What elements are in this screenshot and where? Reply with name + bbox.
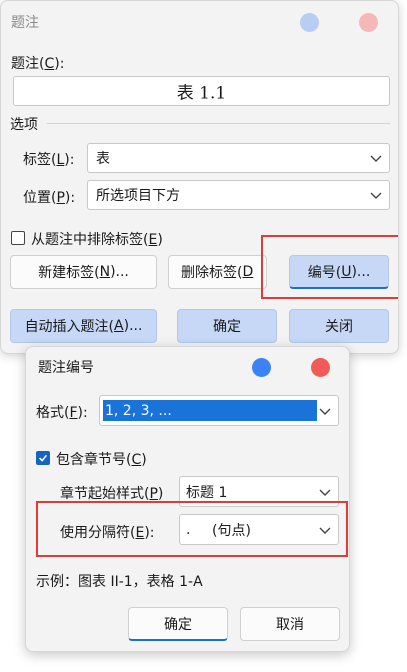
caption-label: 题注(C): [11,56,65,72]
chevron-down-icon [319,408,331,415]
caption-input-value: 表 1.1 [176,83,227,104]
exclude-label-checkbox[interactable] [11,231,25,245]
position-field-label: 位置(P): [23,190,76,206]
cancel-button[interactable]: 取消 [240,607,340,641]
close-dot-icon[interactable] [311,358,330,377]
chapter-style-label: 章节起始样式(P) [60,486,164,502]
options-divider [47,123,390,124]
include-chapter-label: 包含章节号(C) [56,452,147,468]
caption-dialog: 题注 题注(C): 表 1.1 选项 标签(L): 表 位置(P): 所选项目下… [0,0,399,354]
format-select-value: 1, 2, 3, ... [105,402,172,419]
caption-numbering-dialog: 题注编号 格式(F): 1, 2, 3, ... 包含章节号(C) 章节起始样式… [25,346,350,652]
autocaption-button[interactable]: 自动插入题注(A)... [10,309,157,343]
label-select[interactable]: 表 [87,143,390,173]
chevron-down-icon [319,489,331,496]
close-button[interactable]: 关闭 [289,309,389,343]
minimize-dot-icon[interactable] [300,13,319,32]
exclude-label-text: 从题注中排除标签(E) [31,232,163,248]
close-dot-icon[interactable] [359,13,378,32]
dialog-title: 题注编号 [38,360,94,376]
new-label-button[interactable]: 新建标签(N)... [10,255,157,289]
caption-input[interactable]: 表 1.1 [13,76,390,106]
example-text: 示例：图表 II-1，表格 1-A [36,574,203,590]
options-group-label: 选项 [10,117,38,133]
ok-button[interactable]: 确定 [128,607,228,641]
label-select-value: 表 [96,151,110,167]
position-select[interactable]: 所选项目下方 [87,180,390,210]
highlight-box [36,501,348,557]
label-field-label: 标签(L): [23,152,75,168]
format-select[interactable]: 1, 2, 3, ... [99,395,339,426]
ok-button[interactable]: 确定 [177,309,277,343]
dialog-title: 题注 [11,15,39,31]
minimize-dot-icon[interactable] [252,358,271,377]
format-label: 格式(F): [36,405,88,421]
chevron-down-icon [370,155,382,162]
highlight-box [261,235,398,299]
checkmark-icon [39,454,48,462]
chevron-down-icon [370,192,382,199]
position-select-value: 所选项目下方 [96,188,180,204]
chapter-style-value: 标题 1 [186,484,228,501]
include-chapter-checkbox[interactable] [36,451,50,465]
delete-label-button[interactable]: 删除标签(D [168,255,267,289]
